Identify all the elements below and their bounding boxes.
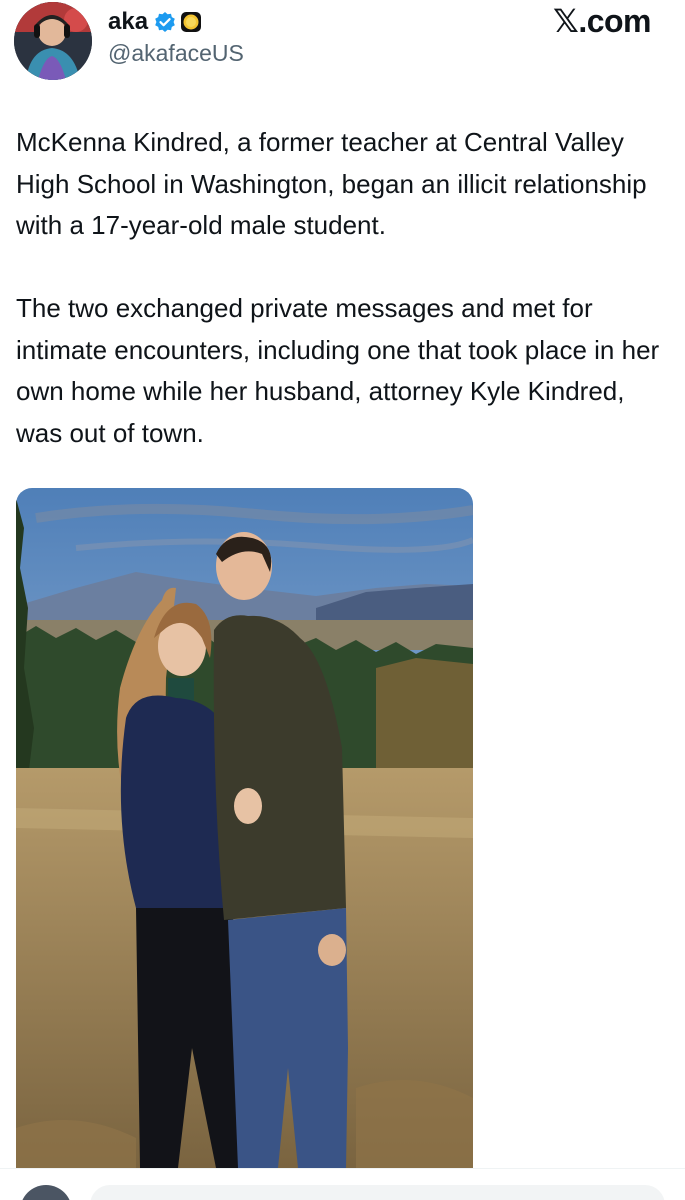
tweet-body: McKenna Kindred, a former teacher at Cen… xyxy=(16,122,671,454)
tweet-paragraph: The two exchanged private messages and m… xyxy=(16,293,660,448)
author-display-name[interactable]: aka xyxy=(108,8,148,36)
author-name-row: aka xyxy=(108,6,202,38)
couple-photo-illustration xyxy=(16,488,473,1168)
author-handle[interactable]: @akafaceUS xyxy=(108,40,244,67)
tweet-paragraph: McKenna Kindred, a former teacher at Cen… xyxy=(16,127,647,240)
tweet-photo[interactable] xyxy=(16,488,473,1168)
avatar-image xyxy=(14,2,92,80)
affiliate-badge-icon xyxy=(180,11,202,33)
x-logo-label: 𝕏.com xyxy=(553,3,651,39)
reply-input[interactable] xyxy=(90,1185,665,1200)
tweet-header: aka @akafaceUS 𝕏.com xyxy=(0,0,685,90)
current-user-avatar xyxy=(20,1185,72,1200)
author-avatar[interactable] xyxy=(14,2,92,80)
verified-badge-icon xyxy=(154,11,176,33)
reply-bar xyxy=(0,1168,685,1200)
